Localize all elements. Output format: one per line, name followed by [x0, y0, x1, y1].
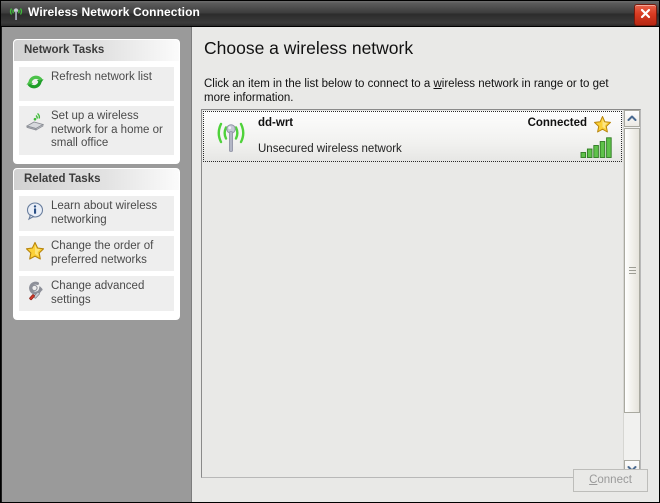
network-list-item[interactable]: dd-wrt Connected Unsecured wireless netw…	[203, 111, 622, 162]
page-description-part1: Click an item in the list below to conne…	[204, 78, 434, 90]
panel-related-tasks: Related Tasks Learn about wireless netwo…	[13, 168, 180, 320]
task-refresh-network-list-label: Refresh network list	[51, 71, 152, 83]
wireless-signal-icon	[209, 114, 253, 158]
content-pane: Choose a wireless network Click an item …	[192, 27, 659, 502]
task-learn-about-wireless-networking-label: Learn about wireless networking	[51, 200, 158, 226]
task-change-order-of-preferred-networks[interactable]: Change the order of preferred networks	[19, 236, 174, 271]
network-status: Connected	[527, 117, 587, 129]
close-button[interactable]	[634, 4, 657, 26]
panel-related-tasks-body: Learn about wireless networking Change t…	[14, 190, 179, 319]
star-icon	[24, 240, 46, 262]
network-security-description: Unsecured wireless network	[258, 143, 402, 155]
title-bar: Wireless Network Connection	[1, 1, 659, 27]
wireless-setup-icon	[24, 110, 46, 132]
chevron-up-icon	[627, 115, 637, 121]
scroll-up-button[interactable]	[624, 110, 640, 127]
scrollbar-thumb[interactable]	[624, 128, 640, 413]
wireless-tower-icon	[7, 5, 25, 23]
task-change-advanced-settings-label: Change advanced settings	[51, 280, 145, 306]
task-set-up-wireless-network[interactable]: Set up a wireless network for a home or …	[19, 106, 174, 155]
wireless-network-connection-window: Wireless Network Connection Network Task…	[0, 0, 660, 503]
signal-strength-bars	[580, 137, 614, 158]
page-description-accel: w	[433, 78, 442, 90]
task-change-order-of-preferred-networks-label: Change the order of preferred networks	[51, 240, 154, 266]
wrench-icon	[24, 280, 46, 302]
page-description: Click an item in the list below to conne…	[204, 77, 626, 105]
close-icon	[640, 8, 651, 19]
network-list-scrollbar[interactable]	[623, 110, 640, 477]
task-learn-about-wireless-networking[interactable]: Learn about wireless networking	[19, 196, 174, 231]
preferred-network-star-icon	[593, 115, 612, 134]
panel-network-tasks-body: Refresh network list Set up a wireless n…	[14, 61, 179, 163]
network-list[interactable]: dd-wrt Connected Unsecured wireless netw…	[201, 109, 641, 478]
network-ssid: dd-wrt	[258, 117, 294, 129]
task-change-advanced-settings[interactable]: Change advanced settings	[19, 276, 174, 311]
network-list-items: dd-wrt Connected Unsecured wireless netw…	[202, 110, 623, 477]
panel-network-tasks-title: Network Tasks	[14, 40, 179, 61]
connect-button-label: onnect	[597, 474, 632, 486]
sidebar: Network Tasks Refresh network list Set u…	[2, 27, 192, 502]
panel-network-tasks: Network Tasks Refresh network list Set u…	[13, 39, 180, 164]
scrollbar-grip-icon	[629, 266, 636, 275]
panel-related-tasks-title: Related Tasks	[14, 169, 179, 190]
refresh-icon	[24, 71, 46, 93]
task-set-up-wireless-network-label: Set up a wireless network for a home or …	[51, 110, 163, 149]
window-client-area: Network Tasks Refresh network list Set u…	[2, 27, 659, 502]
info-icon	[24, 200, 46, 222]
task-refresh-network-list[interactable]: Refresh network list	[19, 67, 174, 101]
connect-button[interactable]: Connect	[573, 469, 648, 492]
window-title: Wireless Network Connection	[28, 5, 200, 19]
page-title: Choose a wireless network	[204, 38, 414, 58]
